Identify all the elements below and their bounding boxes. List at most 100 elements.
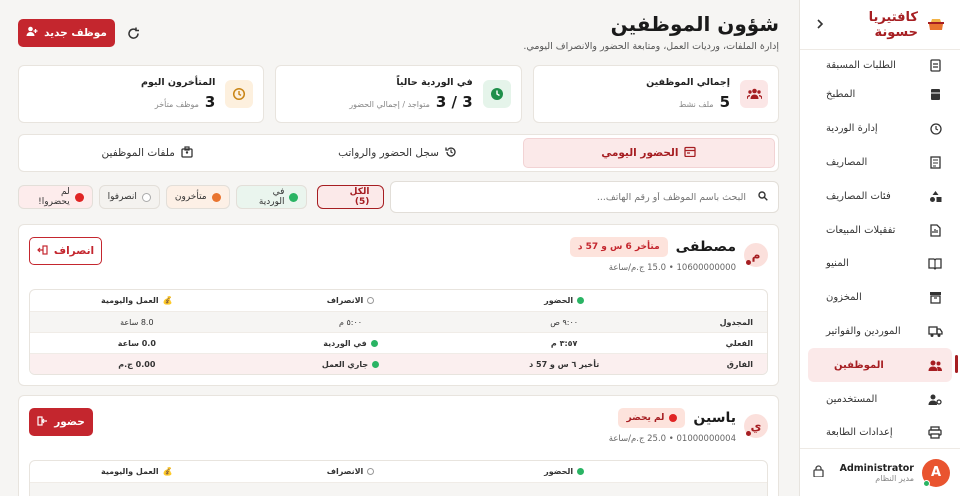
chip-label: متأخرون bbox=[174, 192, 207, 202]
filter-chip-all[interactable]: الكل (5) bbox=[317, 185, 385, 209]
sidebar-item-label: الموردين والفواتير bbox=[826, 325, 901, 337]
col-checkin: الحضور bbox=[457, 467, 671, 476]
checkout-button[interactable]: انصراف bbox=[29, 237, 102, 265]
employee-contact: 10600000000 • 15.0 ج.م/ساعة bbox=[570, 263, 736, 273]
employee-card: م مصطفى متأخر 6 س و 57 د 10600000000 • 1… bbox=[18, 224, 779, 386]
chevron-right-icon[interactable] bbox=[812, 18, 828, 32]
tab-label: سجل الحضور والرواتب bbox=[338, 147, 439, 159]
stat-row: 3 / 3 متواجد / إجمالي الحضور bbox=[286, 93, 472, 111]
employee-phone: 01000000004 bbox=[676, 434, 737, 444]
col-work-label: العمل واليومية bbox=[101, 296, 159, 305]
attendance-grid: الحضور الانصراف 💰 العمل واليومية bbox=[29, 460, 768, 496]
sidebar-item-kitchen[interactable]: المطبخ bbox=[800, 78, 960, 112]
filter-chip-late[interactable]: متأخرون bbox=[165, 185, 230, 209]
filter-chip-left[interactable]: انصرفوا bbox=[98, 185, 160, 209]
menu-book-icon bbox=[926, 255, 944, 273]
sidebar-item-sales-reports[interactable]: تفقيلات المبيعات bbox=[800, 213, 960, 247]
col-checkout: الانصراف bbox=[244, 467, 458, 476]
sidebar-item-suppliers[interactable]: الموردين والفواتير bbox=[800, 315, 960, 349]
cell-checkout: في الوردية bbox=[244, 339, 458, 348]
employee-initial: ي bbox=[750, 419, 762, 433]
cell-checkin: ٩:٠٠ ص bbox=[550, 317, 579, 327]
chip-label: انصرفوا bbox=[107, 192, 137, 202]
user-profile[interactable]: A Administrator مدير النظام bbox=[800, 448, 960, 496]
col-checkout: الانصراف bbox=[244, 296, 458, 305]
sidebar-item-expense-categories[interactable]: فئات المصاريف bbox=[800, 179, 960, 213]
tab-label: الحضور اليومي bbox=[601, 147, 679, 159]
lock-icon[interactable] bbox=[810, 465, 824, 480]
new-employee-button[interactable]: موظف جديد bbox=[18, 19, 115, 47]
sidebar-item-inventory[interactable]: المخزون bbox=[800, 281, 960, 315]
badge-label: لم يحضر bbox=[626, 413, 665, 423]
archive-icon bbox=[926, 289, 944, 307]
login-icon bbox=[37, 415, 48, 429]
empty-circle-icon bbox=[367, 297, 375, 304]
col-work: 💰 العمل واليومية bbox=[30, 296, 244, 305]
search-icon bbox=[754, 190, 768, 204]
header-actions: موظف جديد bbox=[18, 12, 145, 47]
employee-name-row: مصطفى متأخر 6 س و 57 د bbox=[569, 237, 736, 257]
sidebar-item-expenses[interactable]: المصاريف bbox=[800, 146, 960, 180]
kitchen-icon bbox=[926, 86, 944, 104]
separator-dot: • bbox=[666, 434, 674, 444]
col-work: 💰 العمل واليومية bbox=[30, 467, 244, 476]
new-employee-label: موظف جديد bbox=[44, 27, 107, 39]
stat-on-shift: في الوردية حالياً 3 / 3 متواجد / إجمالي … bbox=[275, 65, 522, 123]
sidebar-item-label: فئات المصاريف bbox=[826, 190, 891, 202]
cell-work: 0.00 ج.م bbox=[118, 359, 156, 369]
page-subtitle: إدارة الملفات، ورديات العمل، ومتابعة الح… bbox=[523, 41, 779, 52]
sidebar-item-label: الطلبات المسبقة bbox=[826, 59, 896, 71]
checkin-label: حضور bbox=[54, 416, 85, 428]
sidebar-item-preorders[interactable]: الطلبات المسبقة bbox=[800, 52, 960, 78]
stats-row: إجمالي الموظفين 5 ملف نشط في الوردية حال… bbox=[18, 65, 779, 123]
cell-work: 0.0 ساعة bbox=[117, 338, 156, 348]
printer-icon bbox=[926, 424, 944, 442]
grid-row-diff: الفارق تأخير ٦ س و 57 د جاري العمل 0.00 … bbox=[30, 353, 767, 374]
sidebar-item-users[interactable]: المستخدمين bbox=[800, 382, 960, 416]
status-dot bbox=[289, 192, 299, 202]
employee-contact: 01000000004 • 25.0 ج.م/ساعة bbox=[609, 434, 736, 444]
cell-checkout: جاري العمل bbox=[244, 360, 458, 369]
employee-identity: ي ياسين لم يحضر 01000000004 • 25.0 ج.م/س… bbox=[609, 408, 768, 444]
tab-label: ملفات الموظفين bbox=[101, 147, 175, 159]
search-input[interactable] bbox=[401, 191, 746, 203]
tab-employee-files[interactable]: ملفات الموظفين bbox=[22, 138, 272, 168]
user-meta: Administrator مدير النظام bbox=[824, 463, 914, 483]
employee-avatar: م bbox=[744, 243, 768, 267]
tab-daily-attendance[interactable]: الحضور اليومي bbox=[522, 138, 775, 168]
filter-chip-on-shift[interactable]: في الوردية bbox=[235, 185, 308, 209]
employee-info: مصطفى متأخر 6 س و 57 د 10600000000 • 15.… bbox=[569, 237, 736, 273]
col-checkin: الحضور bbox=[457, 296, 671, 305]
employee-identity: م مصطفى متأخر 6 س و 57 د 10600000000 • 1… bbox=[569, 237, 768, 273]
main-content: شؤون الموظفين إدارة الملفات، ورديات العم… bbox=[0, 0, 799, 496]
cell-checkout-text: في الوردية bbox=[323, 338, 367, 348]
users-icon bbox=[926, 356, 944, 374]
filters-bar: الكل (5) في الوردية متأخرون انصرفوا لم ي… bbox=[18, 181, 779, 213]
green-dot-icon bbox=[372, 360, 380, 368]
tab-attendance-payroll-log[interactable]: سجل الحضور والرواتب bbox=[272, 138, 522, 168]
refresh-icon[interactable] bbox=[121, 21, 145, 45]
filter-chip-absent[interactable]: لم يحضروا! bbox=[18, 185, 93, 209]
sidebar-item-printer-settings[interactable]: إعدادات الطابعة bbox=[800, 416, 960, 450]
logout-icon bbox=[37, 244, 48, 258]
stat-value: 5 bbox=[719, 93, 730, 111]
stat-text: المتأخرون اليوم 3 موظف متأخر bbox=[29, 77, 215, 111]
user-gear-icon bbox=[926, 390, 944, 408]
status-dot bbox=[211, 192, 221, 202]
employee-name-row: ياسين لم يحضر bbox=[609, 408, 736, 428]
sidebar-item-label: المصاريف bbox=[826, 156, 868, 168]
sidebar-item-label: المطبخ bbox=[826, 89, 856, 101]
status-dot bbox=[141, 192, 151, 202]
sidebar-item-label: إدارة الوردية bbox=[826, 123, 878, 135]
stat-late-today: المتأخرون اليوم 3 موظف متأخر bbox=[18, 65, 265, 123]
cell-checkout-text: جاري العمل bbox=[321, 359, 369, 369]
money-bag-icon: 💰 bbox=[162, 467, 173, 476]
stat-row: 5 ملف نشط bbox=[544, 93, 730, 111]
sidebar-item-shift[interactable]: إدارة الوردية bbox=[800, 112, 960, 146]
sidebar-item-employees[interactable]: الموظفين bbox=[808, 348, 958, 383]
cell-checkin: تأخير ٦ س و 57 د bbox=[529, 359, 600, 369]
checkin-button[interactable]: حضور bbox=[29, 408, 93, 436]
status-dot bbox=[746, 431, 751, 436]
row-label: المجدول bbox=[719, 317, 753, 327]
sidebar-item-menu[interactable]: المنيو bbox=[800, 247, 960, 281]
